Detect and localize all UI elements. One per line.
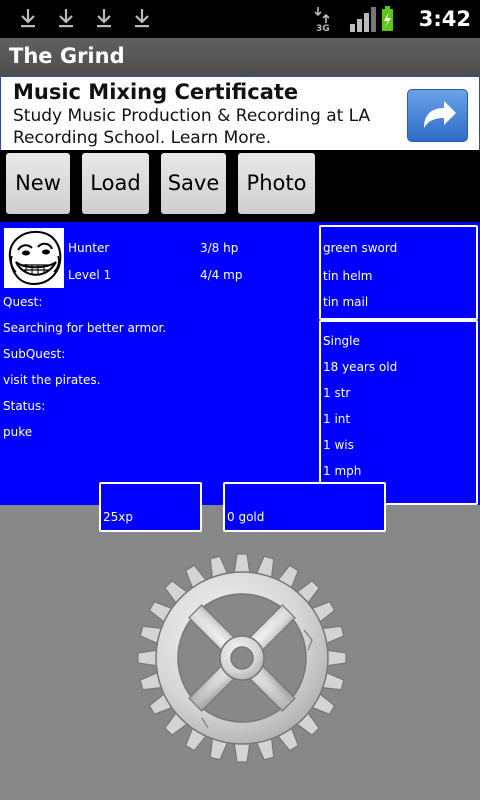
share-arrow-icon [424, 101, 456, 128]
stat-str: 1 str [323, 386, 351, 400]
equipment-weapon: green sword [323, 241, 398, 255]
save-button[interactable]: Save [161, 153, 226, 214]
ad-title: Music Mixing Certificate [13, 80, 299, 104]
status-text: puke [3, 425, 33, 439]
download-icon [135, 9, 149, 28]
character-class: Hunter [68, 241, 110, 255]
quest-label: Quest: [3, 295, 43, 309]
status-bar: 3G 3:42 [0, 0, 480, 38]
gear-tooth [137, 649, 159, 667]
equipment-armor: tin mail [323, 295, 369, 309]
status-label: Status: [3, 399, 46, 413]
new-button[interactable]: New [6, 153, 70, 214]
hp-value: 3/8 hp [200, 241, 239, 255]
toolbar: New Load Save Photo [0, 150, 480, 222]
photo-button[interactable]: Photo [238, 153, 315, 214]
status-icons: 3G [314, 6, 394, 34]
avatar[interactable] [4, 228, 64, 288]
gold-box [223, 482, 386, 532]
gear-tooth [325, 649, 347, 667]
equipment-helm: tin helm [323, 269, 373, 283]
gear-icon[interactable] [132, 548, 352, 768]
subquest-text: visit the pirates. [3, 373, 101, 387]
mp-value: 4/4 mp [200, 268, 243, 282]
stat-relationship: Single [323, 334, 360, 348]
xp-value: 25xp [103, 510, 133, 524]
ad-banner[interactable]: Music Mixing Certificate Study Music Pro… [0, 76, 480, 152]
xp-box [99, 482, 202, 532]
ad-text: Study Music Production & Recording at LA… [13, 106, 371, 148]
download-icon [59, 9, 73, 28]
download-icon [21, 9, 35, 28]
svg-text:3G: 3G [316, 24, 330, 32]
gear-tooth [233, 741, 251, 763]
quest-text: Searching for better armor. [3, 321, 167, 335]
subquest-label: SubQuest: [3, 347, 66, 361]
trollface-avatar-icon [8, 230, 62, 286]
load-button[interactable]: Load [82, 153, 149, 214]
gear-tooth [233, 553, 251, 575]
stat-age: 18 years old [323, 360, 398, 374]
app-title: The Grind [9, 44, 125, 68]
character-level: Level 1 [68, 268, 112, 282]
gold-value: 0 gold [227, 510, 265, 524]
stat-int: 1 int [323, 412, 351, 426]
stat-mph: 1 mph [323, 464, 362, 478]
title-bar: The Grind [0, 38, 480, 76]
ad-open-button[interactable] [407, 89, 468, 142]
download-icon [97, 9, 111, 28]
status-time: 3:42 [418, 7, 471, 31]
network-3g-icon: 3G [314, 6, 393, 34]
stat-wis: 1 wis [323, 438, 354, 452]
